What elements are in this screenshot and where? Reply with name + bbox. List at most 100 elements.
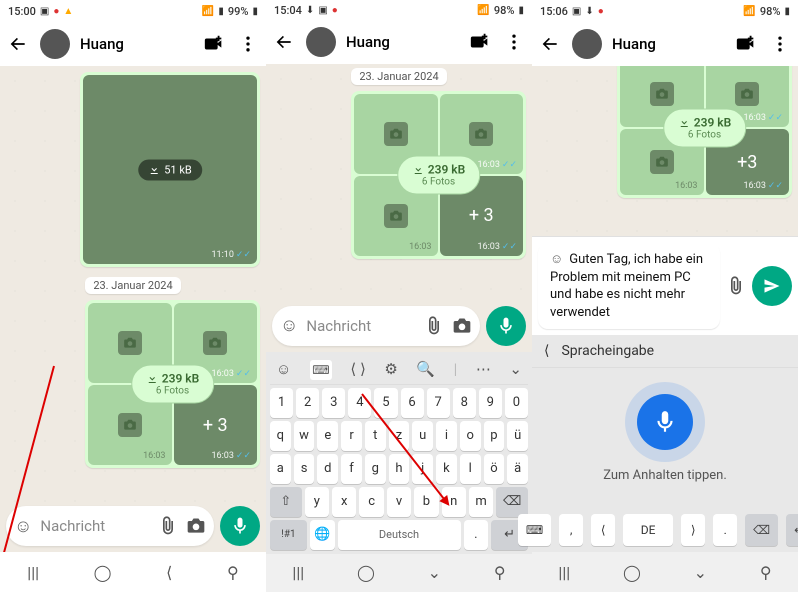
key-backspace[interactable]: ⌫ [496,487,528,517]
message-input[interactable]: ☺ Nachricht [6,506,214,546]
kb-chevron-down-icon[interactable]: ⌄ [509,360,522,380]
key-lang-prev[interactable]: ⟨ [591,514,615,546]
camera-icon[interactable] [186,516,206,536]
attach-icon[interactable] [158,516,178,536]
voice-back-button[interactable]: ⟨ [544,343,549,359]
key[interactable]: z [389,421,410,451]
key-backspace[interactable]: ⌫ [745,514,778,546]
image-grid-message[interactable]: 16:03✓✓ 16:03 + 3 16:03✓✓ 239 kB 6 Fotos [85,300,260,468]
key[interactable]: r [341,421,362,451]
voice-mic-button[interactable] [637,394,693,450]
key-space[interactable]: Deutsch [338,520,461,550]
contact-name[interactable]: Huang [346,33,458,51]
emoji-icon[interactable]: ☺ [280,315,298,336]
avatar[interactable] [40,29,70,59]
voice-button[interactable] [486,306,526,346]
download-pill[interactable]: 239 kB 6 Fotos [397,155,481,194]
key[interactable]: 2 [296,388,319,418]
kb-settings-icon[interactable]: ⚙ [384,360,397,380]
emoji-icon[interactable]: ☺ [14,516,32,537]
key[interactable]: f [341,454,362,484]
key[interactable]: c [359,487,383,517]
download-pill[interactable]: 51 kB [138,159,202,180]
menu-button[interactable] [502,30,526,54]
key[interactable]: 1 [270,388,293,418]
key-comma[interactable]: , [559,514,583,546]
key[interactable]: 3 [322,388,345,418]
recents-button[interactable]: ||| [292,563,304,582]
attach-icon[interactable] [424,316,444,336]
menu-button[interactable] [236,32,260,56]
key[interactable]: b [414,487,438,517]
voice-button[interactable] [220,506,260,546]
accessibility-button[interactable]: ⚲ [760,563,772,582]
key-period[interactable]: . [713,514,737,546]
key[interactable]: v [387,487,411,517]
key[interactable]: w [294,421,315,451]
key[interactable]: s [294,454,315,484]
key[interactable]: 7 [427,388,450,418]
accessibility-button[interactable]: ⚲ [494,563,506,582]
video-call-button[interactable] [734,32,758,56]
key[interactable]: y [305,487,329,517]
image-grid-message[interactable]: 16:03✓✓ 16:03 +316:03✓✓ 239 kB 6 Fotos [617,66,792,198]
recents-button[interactable]: ||| [558,563,570,582]
kb-emoji-icon[interactable]: ☺ [276,360,291,380]
send-button[interactable] [752,266,792,306]
key[interactable]: t [365,421,386,451]
key-keyboard-icon[interactable]: ⌨ [518,514,551,546]
keyboard-hide-button[interactable]: ⌄ [694,563,707,582]
kb-keyboard-icon[interactable]: ⌨ [310,360,332,380]
key[interactable]: d [317,454,338,484]
contact-name[interactable]: Huang [612,35,724,53]
key[interactable]: ü [507,421,528,451]
key-enter[interactable]: ↵ [786,514,798,546]
back-button[interactable] [6,32,30,56]
keyboard-hide-button[interactable]: ⌄ [428,563,441,582]
kb-search-icon[interactable]: 🔍 [416,360,435,380]
key[interactable]: ö [484,454,505,484]
key-lang[interactable]: DE [623,514,673,546]
key[interactable]: x [332,487,356,517]
kb-expand-icon[interactable]: ⟨ ⟩ [350,360,365,380]
key[interactable]: l [460,454,481,484]
image-grid-message[interactable]: 16:03✓✓ 16:03 + 316:03✓✓ 239 kB 6 Fotos [351,91,526,259]
key[interactable]: p [484,421,505,451]
image-message[interactable]: 51 kB 11:10✓✓ [80,72,260,267]
video-call-button[interactable] [468,30,492,54]
avatar[interactable] [306,27,336,57]
key-lang[interactable]: 🌐 [310,520,335,550]
recents-button[interactable]: ||| [27,563,39,582]
kb-more-icon[interactable]: ⋯ [476,360,491,380]
contact-name[interactable]: Huang [80,35,192,53]
key[interactable]: i [436,421,457,451]
key-period[interactable]: . [464,520,489,550]
voice-transcript-bubble[interactable]: ☺ Guten Tag, ich habe ein Problem mit me… [538,243,720,329]
key-symbols[interactable]: !#1 [270,520,307,550]
key[interactable]: 8 [453,388,476,418]
key[interactable]: q [270,421,291,451]
avatar[interactable] [572,29,602,59]
key[interactable]: 6 [401,388,424,418]
video-call-button[interactable] [202,32,226,56]
emoji-icon[interactable]: ☺ [550,251,563,269]
menu-button[interactable] [768,32,792,56]
message-input[interactable]: ☺ Nachricht [272,306,480,346]
attach-icon[interactable] [726,276,746,296]
camera-icon[interactable] [452,316,472,336]
key[interactable]: u [412,421,433,451]
accessibility-button[interactable]: ⚲ [227,563,239,582]
key[interactable]: 9 [479,388,502,418]
key[interactable]: 0 [505,388,528,418]
key[interactable]: o [460,421,481,451]
key[interactable]: k [436,454,457,484]
home-button[interactable]: ◯ [94,563,112,582]
download-pill[interactable]: 239 kB 6 Fotos [663,109,747,148]
home-button[interactable]: ◯ [357,563,375,582]
key[interactable]: ä [507,454,528,484]
back-button-nav[interactable]: ⟨ [166,563,172,582]
key-shift[interactable]: ⇧ [270,487,302,517]
back-button[interactable] [538,32,562,56]
back-button[interactable] [272,30,296,54]
download-pill[interactable]: 239 kB 6 Fotos [131,365,215,404]
